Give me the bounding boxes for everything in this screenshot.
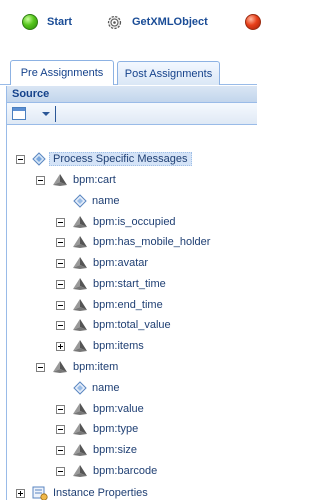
tree-label-root: Process Specific Messages bbox=[49, 152, 192, 166]
end-circle-icon bbox=[245, 14, 261, 30]
collapse-icon[interactable] bbox=[36, 175, 45, 185]
collapse-icon[interactable] bbox=[36, 362, 45, 372]
tree-label: bpm:size bbox=[93, 444, 138, 456]
tree-node[interactable]: bpm:size bbox=[56, 441, 137, 459]
collapse-icon[interactable] bbox=[56, 258, 65, 268]
collapse-icon[interactable] bbox=[56, 279, 65, 289]
collapse-icon[interactable] bbox=[56, 300, 65, 310]
tree-label: bpm:barcode bbox=[93, 465, 158, 477]
expand-icon[interactable] bbox=[16, 488, 25, 498]
getxmlobject-node[interactable]: GetXMLObject bbox=[106, 12, 208, 32]
element-icon bbox=[73, 216, 87, 228]
dropdown-arrow-icon[interactable] bbox=[42, 112, 50, 116]
tree-node[interactable]: bpm:barcode bbox=[56, 462, 157, 480]
element-icon bbox=[73, 278, 87, 290]
element-icon bbox=[73, 299, 87, 311]
tree-node[interactable]: bpm:end_time bbox=[56, 296, 163, 314]
tree-label: bpm:type bbox=[93, 423, 139, 435]
tree-node[interactable]: bpm:is_occupied bbox=[56, 213, 176, 231]
collapse-icon[interactable] bbox=[56, 237, 65, 247]
expand-icon[interactable] bbox=[56, 341, 65, 351]
tree-label: bpm:has_mobile_holder bbox=[93, 236, 211, 248]
collapse-icon[interactable] bbox=[56, 320, 65, 330]
attribute-icon bbox=[73, 381, 87, 395]
tree-node-cart[interactable]: bpm:cart bbox=[36, 171, 116, 189]
tree-label: bpm:avatar bbox=[93, 257, 149, 269]
panel-toolbar bbox=[7, 103, 257, 125]
element-icon bbox=[73, 444, 87, 456]
element-icon bbox=[73, 236, 87, 248]
tree-node[interactable]: bpm:items bbox=[56, 337, 144, 355]
gear-icon bbox=[107, 15, 122, 29]
properties-icon bbox=[32, 486, 48, 500]
tree-label: name bbox=[92, 382, 120, 394]
collapse-icon[interactable] bbox=[56, 466, 65, 476]
end-node[interactable] bbox=[245, 12, 261, 32]
view-toggle-icon[interactable] bbox=[12, 107, 26, 120]
panel-title: Source bbox=[7, 86, 257, 103]
element-icon bbox=[73, 319, 87, 331]
start-circle-icon bbox=[22, 14, 38, 30]
tree-label: bpm:items bbox=[93, 340, 144, 352]
tree-label: bpm:total_value bbox=[93, 319, 171, 331]
tree-node-item-name[interactable]: name bbox=[73, 379, 120, 397]
tree-label: bpm:end_time bbox=[93, 299, 163, 311]
start-label: Start bbox=[47, 16, 73, 28]
element-icon bbox=[73, 340, 87, 352]
element-icon bbox=[73, 423, 87, 435]
tab-pre-assignments[interactable]: Pre Assignments bbox=[10, 60, 114, 85]
tree-node[interactable]: bpm:has_mobile_holder bbox=[56, 233, 210, 251]
tree-node[interactable]: bpm:type bbox=[56, 420, 138, 438]
tree-node[interactable]: bpm:value bbox=[56, 400, 144, 418]
element-icon bbox=[73, 403, 87, 415]
tree-label: bpm:is_occupied bbox=[93, 216, 176, 228]
element-icon bbox=[73, 465, 87, 477]
collapse-icon[interactable] bbox=[16, 154, 25, 164]
tree-node[interactable]: bpm:start_time bbox=[56, 275, 166, 293]
tree-node-root[interactable]: Process Specific Messages bbox=[16, 150, 192, 168]
tree-node-instance-properties[interactable]: Instance Properties bbox=[16, 484, 148, 500]
tree-label: name bbox=[92, 195, 120, 207]
collapse-icon[interactable] bbox=[56, 217, 65, 227]
element-icon bbox=[53, 174, 67, 186]
tree-label-cart: bpm:cart bbox=[73, 174, 116, 186]
collapse-icon[interactable] bbox=[56, 424, 65, 434]
collapse-icon[interactable] bbox=[56, 445, 65, 455]
tree-node-item[interactable]: bpm:item bbox=[36, 358, 118, 376]
tree-label-instance-properties: Instance Properties bbox=[53, 487, 148, 499]
tab-post-assignments[interactable]: Post Assignments bbox=[117, 61, 220, 85]
tree-label: bpm:value bbox=[93, 403, 144, 415]
start-node[interactable]: Start bbox=[22, 12, 72, 32]
tree-node[interactable]: bpm:total_value bbox=[56, 316, 171, 334]
tree-node[interactable]: bpm:avatar bbox=[56, 254, 148, 272]
tree-label-item: bpm:item bbox=[73, 361, 119, 373]
attribute-icon bbox=[73, 194, 87, 208]
getxmlobject-label: GetXMLObject bbox=[132, 16, 208, 28]
tree-label: bpm:start_time bbox=[93, 278, 166, 290]
collapse-icon[interactable] bbox=[56, 404, 65, 414]
flow-bar: Start GetXMLObject bbox=[0, 0, 261, 48]
toolbar-separator bbox=[55, 106, 56, 122]
element-icon bbox=[53, 361, 67, 373]
diamond-icon bbox=[32, 152, 46, 166]
assignment-tabs: Pre Assignments Post Assignments bbox=[0, 58, 257, 85]
tree-node-cart-name[interactable]: name bbox=[73, 192, 120, 210]
element-icon bbox=[73, 257, 87, 269]
